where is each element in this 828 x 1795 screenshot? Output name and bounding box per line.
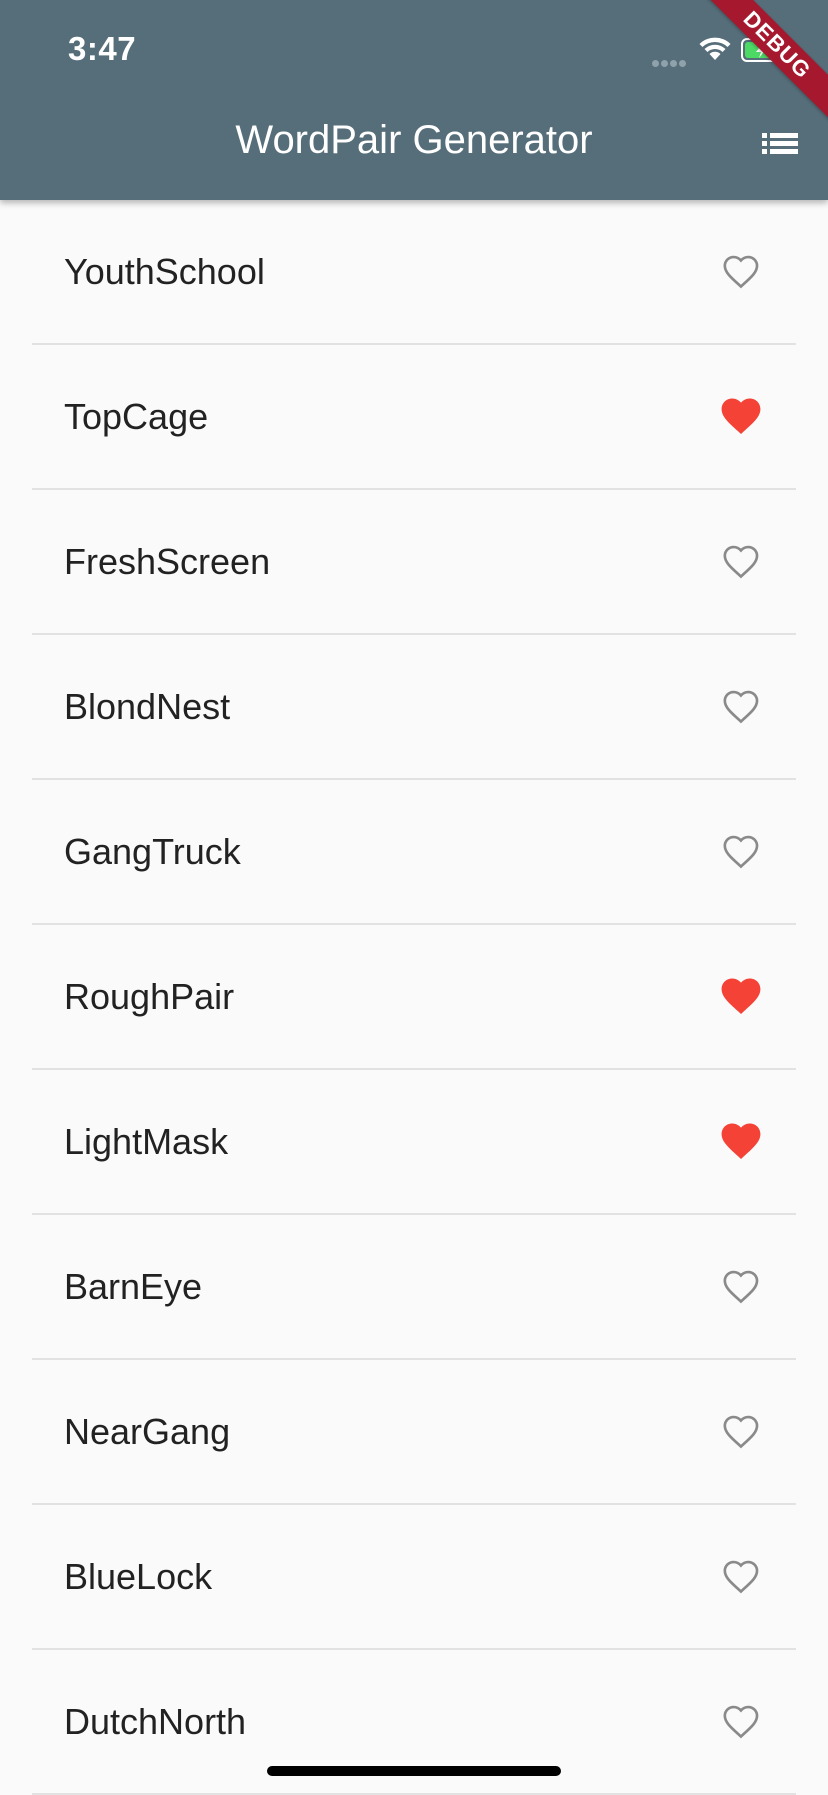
- favorite-filled-icon[interactable]: [720, 397, 762, 435]
- favorite-outline-icon[interactable]: [720, 1557, 762, 1595]
- word-pair-label: TopCage: [64, 396, 209, 437]
- list-item[interactable]: YouthSchool: [32, 200, 796, 345]
- wifi-icon: [699, 37, 731, 60]
- list-item[interactable]: TopCage: [32, 345, 796, 490]
- word-pair-list: YouthSchool TopCage FreshScreen BlondNest Ga…: [0, 200, 828, 1795]
- favorite-outline-icon[interactable]: [720, 687, 762, 725]
- status-time: 3:47: [68, 30, 137, 67]
- favorite-outline-icon[interactable]: [720, 542, 762, 580]
- list-item[interactable]: BlueLock: [32, 1505, 796, 1650]
- favorite-filled-icon[interactable]: [720, 977, 762, 1015]
- home-indicator: [267, 1766, 561, 1776]
- word-pair-label: DutchNorth: [64, 1701, 247, 1742]
- list-item[interactable]: RoughPair: [32, 925, 796, 1070]
- list-icon: [762, 133, 798, 154]
- app-bar: 3:47 DEBUG WordPair Generator: [0, 0, 828, 200]
- favorite-filled-icon[interactable]: [720, 1122, 762, 1160]
- favorite-outline-icon[interactable]: [720, 252, 762, 290]
- saved-list-button[interactable]: [756, 128, 804, 158]
- favorite-outline-icon[interactable]: [720, 832, 762, 870]
- word-pair-label: FreshScreen: [64, 541, 271, 582]
- word-pair-label: LightMask: [64, 1121, 229, 1162]
- list-item[interactable]: NearGang: [32, 1360, 796, 1505]
- word-pair-label: NearGang: [64, 1411, 231, 1452]
- favorite-outline-icon[interactable]: [720, 1267, 762, 1305]
- word-pair-label: YouthSchool: [64, 251, 265, 292]
- word-pair-label: BlondNest: [64, 686, 231, 727]
- list-item[interactable]: BlondNest: [32, 635, 796, 780]
- favorite-outline-icon[interactable]: [720, 1412, 762, 1450]
- page-title: WordPair Generator: [235, 118, 593, 162]
- cellular-signal-icon: [652, 54, 688, 72]
- favorite-outline-icon[interactable]: [720, 1702, 762, 1740]
- list-item[interactable]: LightMask: [32, 1070, 796, 1215]
- word-pair-label: BarnEye: [64, 1266, 203, 1307]
- word-pair-label: BlueLock: [64, 1556, 213, 1597]
- word-pair-label: GangTruck: [64, 831, 241, 872]
- list-item[interactable]: BarnEye: [32, 1215, 796, 1360]
- list-item[interactable]: GangTruck: [32, 780, 796, 925]
- list-item[interactable]: FreshScreen: [32, 490, 796, 635]
- word-pair-label: RoughPair: [64, 976, 235, 1017]
